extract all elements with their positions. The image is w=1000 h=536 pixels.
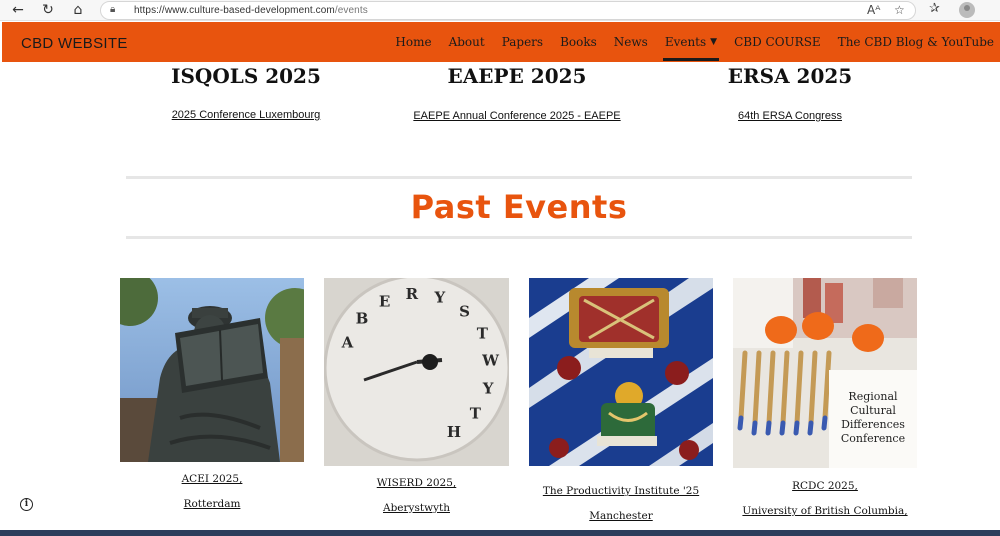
event-location[interactable]: Rotterdam <box>120 498 304 510</box>
lock-icon: 🔒︎ <box>110 4 116 15</box>
main-nav: Home About Papers Books News Events ▼ CBD… <box>378 22 994 62</box>
home-icon[interactable]: ⌂ <box>68 1 88 19</box>
taskbar-strip <box>0 530 1000 536</box>
clock-letter: Y <box>482 379 494 397</box>
nav-home[interactable]: Home <box>395 22 431 62</box>
event-name[interactable]: The Productivity Institute '25 <box>529 485 713 497</box>
past-events-heading: Past Events <box>410 188 628 226</box>
event-location[interactable]: University of British Columbia, <box>733 505 917 517</box>
site-logo[interactable]: CBD WEBSITE <box>21 35 128 52</box>
clock-letter: W <box>481 351 500 369</box>
past-event-wiserd[interactable]: WISERD 2025, Aberystwyth <box>324 477 509 514</box>
upcoming-event-isqols: ISQOLS 2025 2025 Conference Luxembourg <box>116 64 376 123</box>
clock-letter: H <box>447 423 461 441</box>
back-icon[interactable]: ← <box>8 1 28 19</box>
nav-events-label: Events <box>664 35 707 49</box>
nav-books[interactable]: Books <box>560 22 597 62</box>
clock-letter: T <box>477 324 489 342</box>
site-header: CBD WEBSITE Home About Papers Books News… <box>2 22 1000 62</box>
clock-letter: A <box>341 334 354 352</box>
nav-news[interactable]: News <box>614 22 648 62</box>
event-link[interactable]: 2025 Conference Luxembourg <box>172 109 321 121</box>
clock-letter: E <box>379 293 390 311</box>
nav-blog-youtube[interactable]: The CBD Blog & YouTube <box>838 22 994 62</box>
nav-papers[interactable]: Papers <box>502 22 543 62</box>
poster-text: Regional Cultural Differences Conference <box>841 390 905 445</box>
clock-letter: B <box>356 310 369 328</box>
svg-text:Conference: Conference <box>841 432 905 445</box>
event-name[interactable]: WISERD 2025, <box>324 477 509 489</box>
clock-letter: T <box>470 405 482 423</box>
clock-letter: Y <box>434 289 446 307</box>
upcoming-event-ersa: ERSA 2025 64th ERSA Congress <box>660 64 920 124</box>
section-divider <box>126 236 912 239</box>
event-link[interactable]: EAEPE Annual Conference 2025 - EAEPE <box>413 110 620 122</box>
aberystwyth-clock-photo[interactable]: ABERYSTWYTH <box>324 278 509 466</box>
event-location[interactable]: Manchester <box>529 510 713 522</box>
url-text[interactable]: https://www.culture-based-development.co… <box>134 5 368 16</box>
upcoming-event-eaepe: EAEPE 2025 EAEPE Annual Conference 2025 … <box>387 64 647 124</box>
svg-text:Cultural: Cultural <box>850 404 896 417</box>
event-title: ERSA 2025 <box>727 64 853 88</box>
clock-letter: S <box>459 302 470 320</box>
refresh-icon[interactable]: ↻ <box>38 1 58 19</box>
read-aloud-icon[interactable]: Aᴬ <box>867 3 880 17</box>
clock-letter: R <box>406 285 419 303</box>
event-title: EAEPE 2025 <box>447 64 587 88</box>
address-bar[interactable]: 🔒︎ https://www.culture-based-development… <box>100 1 916 20</box>
section-divider <box>126 176 912 179</box>
nav-cbd-course[interactable]: CBD COURSE <box>734 22 821 62</box>
favorite-icon[interactable]: ☆ <box>894 3 905 17</box>
event-link[interactable]: 64th ERSA Congress <box>738 110 842 122</box>
past-event-productivity-institute[interactable]: The Productivity Institute '25 Mancheste… <box>529 485 713 522</box>
past-event-rcdc[interactable]: RCDC 2025, University of British Columbi… <box>733 480 917 517</box>
event-name[interactable]: RCDC 2025, <box>733 480 917 492</box>
event-name[interactable]: ACEI 2025, <box>120 473 304 485</box>
nav-about[interactable]: About <box>449 22 485 62</box>
info-icon[interactable]: i <box>20 498 33 511</box>
svg-text:Differences: Differences <box>841 418 905 431</box>
profile-icon[interactable] <box>959 2 975 18</box>
conference-desk-photo[interactable]: Regional Cultural Differences Conference <box>733 278 917 468</box>
event-title: ISQOLS 2025 <box>171 64 321 88</box>
svg-text:Regional: Regional <box>848 390 898 403</box>
collections-icon[interactable]: ✰ <box>929 1 940 16</box>
erasmus-statue-photo[interactable] <box>120 278 304 462</box>
chevron-down-icon: ▼ <box>710 37 718 47</box>
browser-toolbar: ← ↻ ⌂ 🔒︎ https://www.culture-based-devel… <box>0 0 1000 21</box>
nav-events[interactable]: Events ▼ <box>662 22 720 62</box>
event-location[interactable]: Aberystwyth <box>324 502 509 514</box>
past-event-acei[interactable]: ACEI 2025, Rotterdam <box>120 473 304 510</box>
stained-glass-photo[interactable] <box>529 278 713 466</box>
